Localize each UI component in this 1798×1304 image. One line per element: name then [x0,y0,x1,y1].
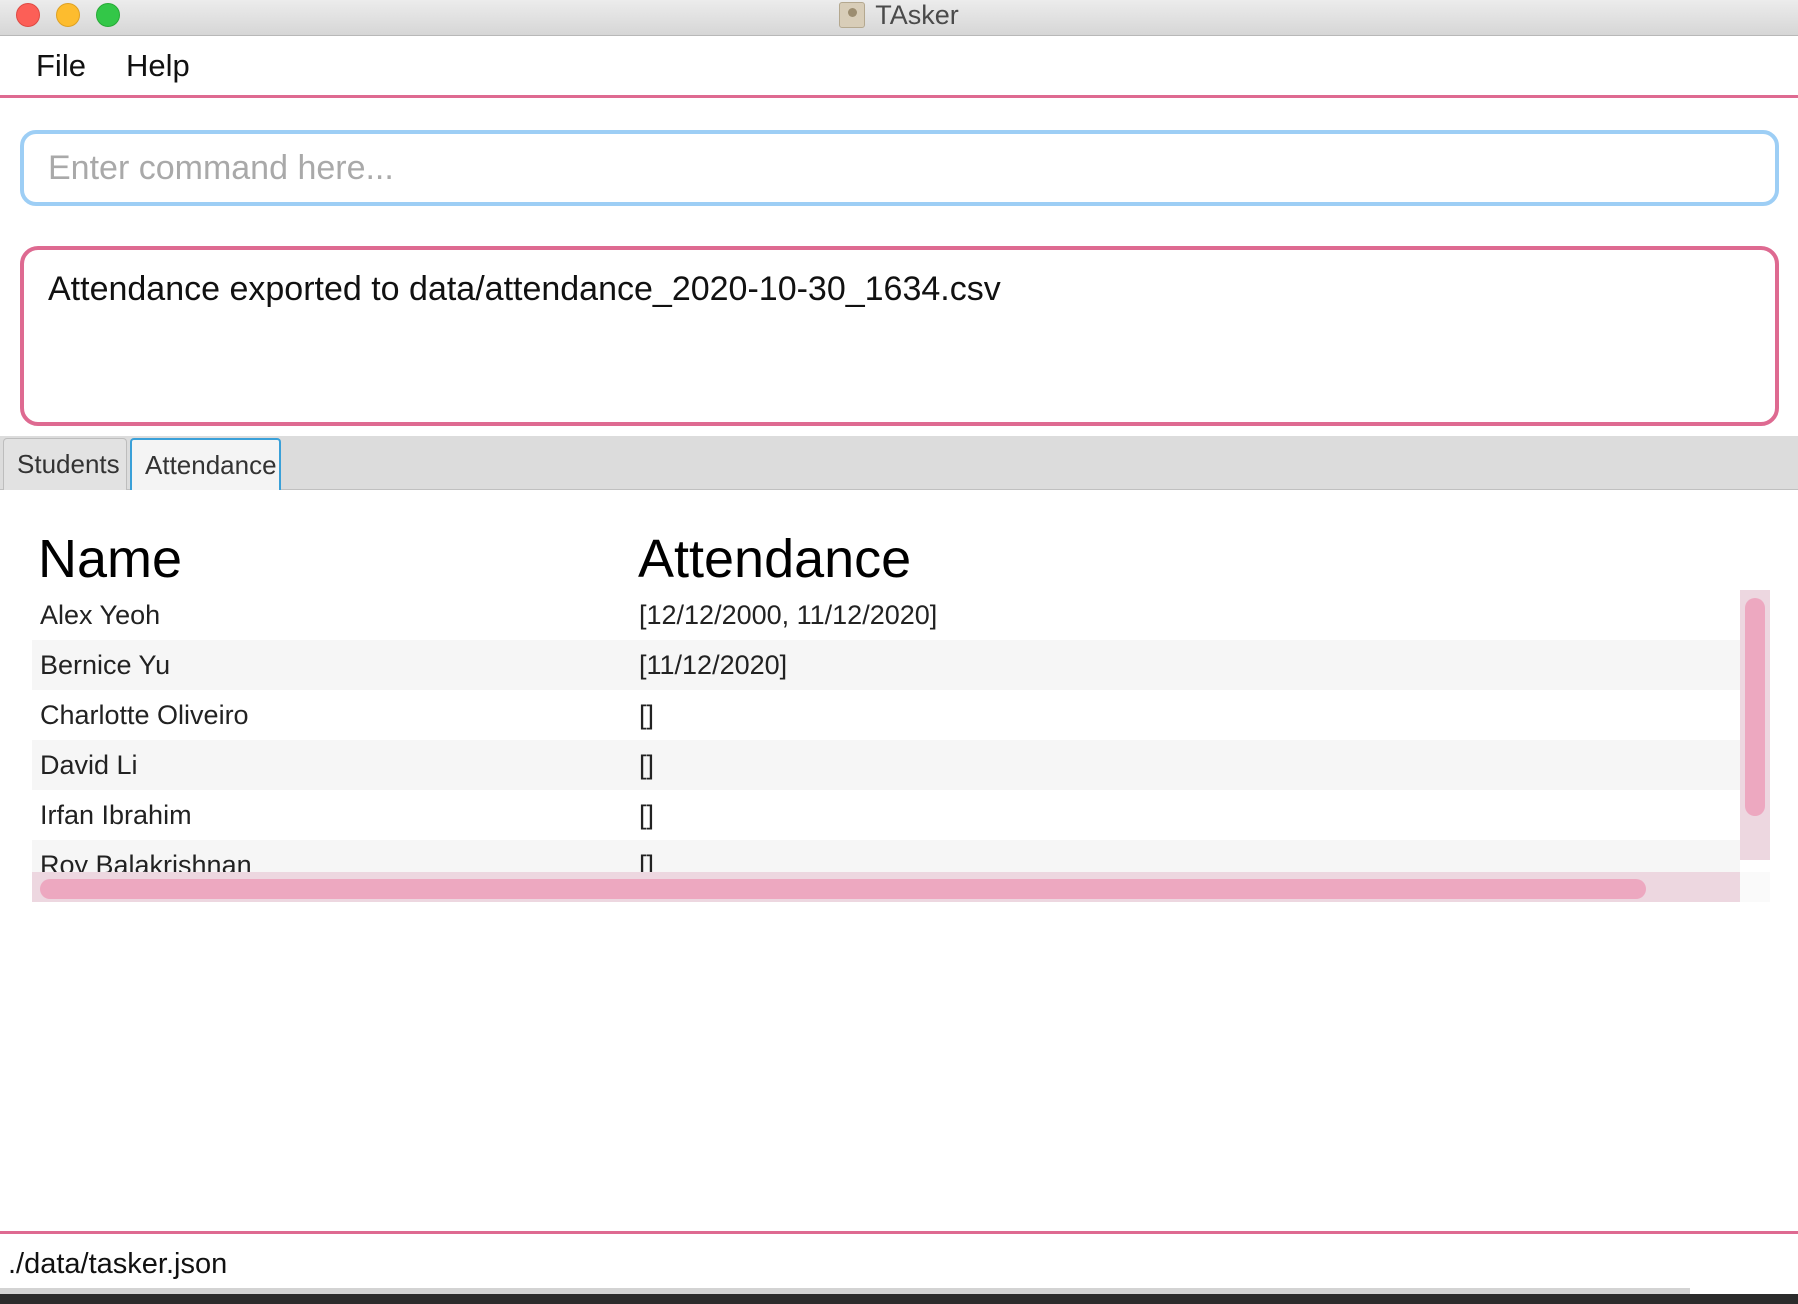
table-row[interactable]: David Li [] [32,740,1740,790]
cell-attendance: [11/12/2020] [639,649,788,680]
column-header-attendance: Attendance [638,529,912,589]
desktop-background [0,1294,1798,1304]
menu-file[interactable]: File [36,48,86,84]
menu-help[interactable]: Help [126,48,190,84]
data-file-path: ./data/tasker.json [8,1247,228,1280]
tab-attendance[interactable]: Attendance [130,438,281,490]
tab-attendance-label: Attendance [145,449,277,480]
cell-name: Alex Yeoh [40,599,161,630]
horizontal-scroll-thumb[interactable] [40,879,1646,899]
tab-bar: Students Attendance [0,436,1798,490]
table-row[interactable]: Irfan Ibrahim [] [32,790,1740,840]
menu-bar: File Help [0,36,1798,98]
cell-attendance: [] [639,699,655,730]
cell-attendance: [] [639,799,655,830]
table-rows: Alex Yeoh [12/12/2000, 11/12/2020] Berni… [32,590,1740,880]
cell-attendance: [12/12/2000, 11/12/2020] [639,599,938,630]
cell-attendance: [] [639,749,655,780]
cell-name: Irfan Ibrahim [40,799,192,830]
window-title: TAsker [875,0,959,30]
result-message: Attendance exported to data/attendance_2… [48,270,1001,308]
cell-name: Charlotte Oliveiro [40,699,249,730]
tab-students[interactable]: Students [3,438,127,490]
title-bar: TAsker [0,0,1798,36]
title-wrap: TAsker [0,0,1798,30]
vertical-scrollbar[interactable] [1740,590,1770,860]
table-row[interactable]: Alex Yeoh [12/12/2000, 11/12/2020] [32,590,1740,640]
status-bar: ./data/tasker.json [0,1231,1798,1294]
horizontal-scrollbar[interactable] [32,872,1740,902]
app-icon [839,2,866,28]
cell-name: Bernice Yu [40,649,171,680]
app-window: TAsker File Help Attendance exported to … [0,0,1798,1294]
attendance-table: Name Attendance Alex Yeoh [12/12/2000, 1… [0,490,1798,1230]
result-display: Attendance exported to data/attendance_2… [20,246,1779,426]
column-header-name: Name [38,529,183,589]
table-row[interactable]: Bernice Yu [11/12/2020] [32,640,1740,690]
table-row[interactable]: Charlotte Oliveiro [] [32,690,1740,740]
command-input[interactable] [20,130,1779,206]
tab-students-label: Students [17,449,120,479]
scrollbar-corner [1740,872,1770,902]
vertical-scroll-thumb[interactable] [1745,598,1765,816]
cell-name: David Li [40,749,138,780]
